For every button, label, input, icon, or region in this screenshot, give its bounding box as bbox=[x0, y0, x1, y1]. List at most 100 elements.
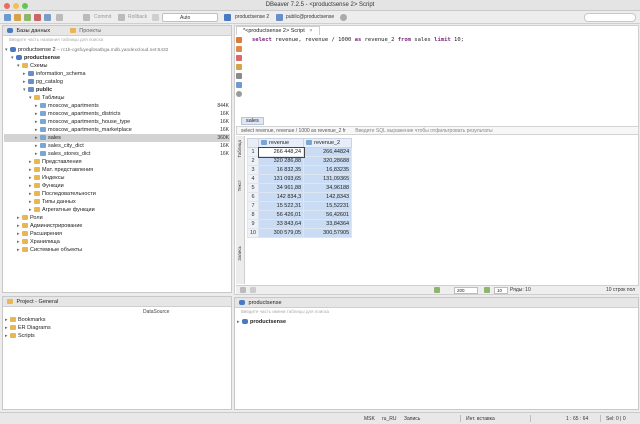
cell-revenue[interactable]: 33 843,64 bbox=[258, 219, 305, 229]
tree-item-18[interactable]: ▸ Типы данных bbox=[29, 198, 76, 206]
tree-item-13[interactable]: ▸ Представления bbox=[29, 158, 82, 166]
project-item-scripts[interactable]: ▸ Scripts bbox=[5, 332, 35, 340]
tree-item-21[interactable]: ▸ Администрирование bbox=[17, 222, 82, 230]
table-row[interactable]: 10 300 579,05 300,57905 bbox=[246, 228, 353, 238]
row-number[interactable]: 1 bbox=[246, 147, 260, 157]
tree-item-6[interactable]: ▸ moscow_apartments bbox=[35, 102, 99, 110]
row-number[interactable]: 8 bbox=[246, 210, 260, 220]
active-connection-select[interactable]: productsense 2 bbox=[232, 13, 274, 22]
tree-connection[interactable]: ▾ productsense 2 – rc1b-cgsfuyeqibsatbga.… bbox=[5, 46, 168, 54]
cell-revenue-2[interactable]: 320,28688 bbox=[303, 156, 353, 166]
cell-revenue[interactable]: 131 093,65 bbox=[258, 174, 305, 184]
tree-item-22[interactable]: ▸ Расширения bbox=[17, 230, 62, 238]
load-icon[interactable] bbox=[236, 73, 242, 79]
project-item-er-diagrams[interactable]: ▸ ER Diagrams bbox=[5, 324, 51, 332]
rollback-icon[interactable] bbox=[118, 14, 125, 21]
tree-item-14[interactable]: ▸ Мат. представления bbox=[29, 166, 93, 174]
execute-plan-icon[interactable] bbox=[236, 55, 242, 61]
sql-editor-line[interactable]: select revenue, revenue / 1000 as revenu… bbox=[252, 37, 464, 43]
cell-revenue[interactable]: 15 522,31 bbox=[258, 201, 305, 211]
results-tab-sales[interactable]: sales bbox=[241, 117, 264, 125]
explain-icon[interactable] bbox=[236, 64, 242, 70]
cell-revenue[interactable]: 266 448,24 bbox=[257, 146, 305, 158]
tree-item-5[interactable]: ▾ Таблицы bbox=[29, 94, 64, 102]
close-tab-icon[interactable]: × bbox=[309, 28, 312, 34]
execute-icon[interactable] bbox=[236, 37, 242, 43]
cell-revenue-2[interactable]: 16,83235 bbox=[303, 165, 353, 175]
table-row[interactable]: 6 142 834,3 142,8343 bbox=[246, 192, 353, 202]
tree-item-1[interactable]: ▾ Схемы bbox=[17, 62, 47, 70]
connect-icon[interactable] bbox=[24, 14, 31, 21]
tx-icon[interactable] bbox=[56, 14, 63, 21]
cancel-icon[interactable] bbox=[250, 287, 256, 293]
search-icon[interactable] bbox=[340, 14, 347, 21]
tab-grid-view[interactable]: Таблица bbox=[237, 140, 244, 158]
tree-item-4[interactable]: ▾ public bbox=[23, 86, 52, 94]
tree-item-17[interactable]: ▸ Последовательности bbox=[29, 190, 96, 198]
tree-item-8[interactable]: ▸ moscow_apartments_house_type bbox=[35, 118, 130, 126]
tab-record-view[interactable]: Запись bbox=[237, 246, 244, 261]
tree-item-23[interactable]: ▸ Хранилища bbox=[17, 238, 60, 246]
bottom-tree-item[interactable]: ▸ productsense bbox=[237, 318, 286, 326]
settings-icon[interactable] bbox=[236, 91, 242, 97]
cell-revenue-2[interactable]: 131,09365 bbox=[303, 174, 353, 184]
tab-sql-script[interactable]: *<productsense 2> Script × bbox=[236, 26, 320, 35]
tree-item-20[interactable]: ▸ Роли bbox=[17, 214, 43, 222]
tree-item-7[interactable]: ▸ moscow_apartments_districts bbox=[35, 110, 120, 118]
global-search-input[interactable] bbox=[584, 13, 636, 22]
new-connection-icon[interactable] bbox=[4, 14, 11, 21]
fetch-next-icon[interactable] bbox=[434, 287, 440, 293]
tree-item-19[interactable]: ▸ Агрегатные функции bbox=[29, 206, 95, 214]
cell-revenue-2[interactable]: 56,42601 bbox=[303, 210, 353, 220]
tree-item-11[interactable]: ▸ sales_city_dict bbox=[35, 142, 84, 150]
commit-button[interactable]: Commit bbox=[94, 14, 111, 20]
results-grid[interactable]: revenue revenue_2 1 266 448,24 266,44824 2 3… bbox=[246, 138, 353, 238]
refresh-icon[interactable] bbox=[44, 14, 51, 21]
table-row[interactable]: 8 56 426,01 56,42601 bbox=[246, 210, 353, 220]
cell-revenue-2[interactable]: 300,57905 bbox=[303, 228, 353, 238]
project-item-bookmarks[interactable]: ▸ Bookmarks bbox=[5, 316, 46, 324]
tree-item-3[interactable]: ▸ pg_catalog bbox=[23, 78, 63, 86]
table-row[interactable]: 7 15 522,31 15,52231 bbox=[246, 201, 353, 211]
tx-log-icon[interactable] bbox=[152, 14, 159, 21]
cell-revenue[interactable]: 142 834,3 bbox=[258, 192, 305, 202]
cell-revenue-2[interactable]: 266,44824 bbox=[303, 147, 353, 157]
row-number[interactable]: 3 bbox=[246, 165, 260, 175]
cell-revenue-2[interactable]: 15,52231 bbox=[303, 201, 353, 211]
tree-item-12[interactable]: ▸ sales_stores_dict bbox=[35, 150, 91, 158]
fetch-all-icon[interactable] bbox=[484, 287, 490, 293]
rollback-button[interactable]: Rollback bbox=[128, 14, 147, 20]
fetch-size-input[interactable]: 200 bbox=[454, 287, 478, 294]
commit-icon[interactable] bbox=[83, 14, 90, 21]
tree-item-10[interactable]: ▸ sales bbox=[35, 134, 61, 142]
row-number[interactable]: 4 bbox=[246, 174, 260, 184]
table-row[interactable]: 1 266 448,24 266,44824 bbox=[246, 146, 353, 158]
column-header-revenue-2[interactable]: revenue_2 bbox=[303, 138, 353, 148]
save-results-icon[interactable] bbox=[240, 287, 246, 293]
tree-item-15[interactable]: ▸ Индексы bbox=[29, 174, 64, 182]
save-icon[interactable] bbox=[236, 82, 242, 88]
results-filter-input[interactable]: Введите SQL выражение чтобы отфильтроват… bbox=[355, 128, 492, 134]
tree-item-0[interactable]: ▾ productsense bbox=[11, 54, 60, 62]
column-header-revenue[interactable]: revenue bbox=[258, 138, 305, 148]
row-number[interactable]: 2 bbox=[246, 156, 260, 166]
cell-revenue-2[interactable]: 34,96188 bbox=[303, 183, 353, 193]
table-row[interactable]: 2 320 286,88 320,28688 bbox=[246, 156, 353, 166]
cell-revenue[interactable]: 300 579,05 bbox=[258, 228, 305, 238]
cell-revenue-2[interactable]: 142,8343 bbox=[303, 192, 353, 202]
row-number[interactable]: 7 bbox=[246, 201, 260, 211]
tree-item-9[interactable]: ▸ moscow_apartments_marketplace bbox=[35, 126, 132, 134]
cell-revenue[interactable]: 34 961,88 bbox=[258, 183, 305, 193]
sql-editor-icon[interactable] bbox=[14, 14, 21, 21]
tab-projects[interactable]: Проекты bbox=[79, 28, 101, 34]
disconnect-icon[interactable] bbox=[34, 14, 41, 21]
tree-item-2[interactable]: ▸ information_schema bbox=[23, 70, 86, 78]
tree-item-24[interactable]: ▸ Системные объекты bbox=[17, 246, 82, 254]
transaction-mode-select[interactable]: Auto bbox=[162, 13, 218, 22]
cell-revenue[interactable]: 56 426,01 bbox=[258, 210, 305, 220]
row-number[interactable]: 5 bbox=[246, 183, 260, 193]
tree-item-16[interactable]: ▸ Функции bbox=[29, 182, 64, 190]
row-number[interactable]: 6 bbox=[246, 192, 260, 202]
tab-text-view[interactable]: Текст bbox=[237, 180, 244, 191]
execute-script-icon[interactable] bbox=[236, 46, 242, 52]
